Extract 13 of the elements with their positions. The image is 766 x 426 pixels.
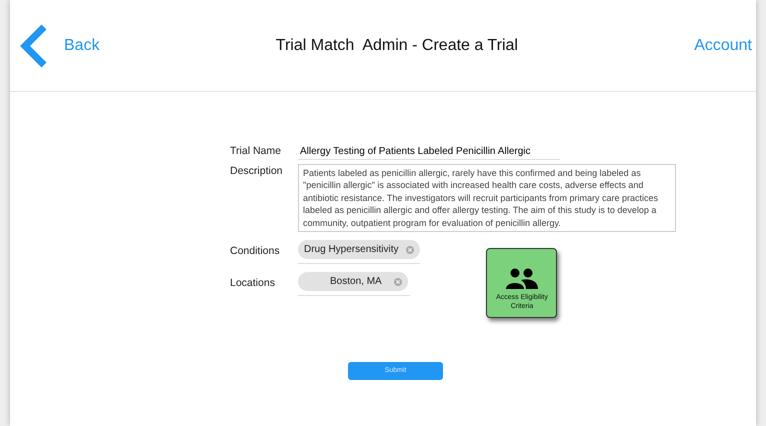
trial-name-field[interactable]: Allergy Testing of Patients Labeled Penicillin Allergic [298,144,560,160]
field-label: Conditions [230,244,281,260]
field-label: Locations [230,276,276,292]
tag-chip[interactable]: Boston, MA [298,272,408,292]
tag-chip[interactable]: Drug Hypersensitivity [298,240,420,260]
description-field[interactable]: Patients labeled as penicillin allergic, rarely have this confirmed and being labeled as "penicillin allergic" is associated with increased health care costs, adverse effects and antibiotic resistance. The investigators will recruit participants from primary care practices labeled as penicillin allergic and offer allergy testing. The aim of this study is to develop a community, outpatient program for evaluation of penicillin allergy. [298,164,676,232]
people-icon [504,268,539,290]
remove-icon[interactable] [394,278,402,286]
back-chevron-icon [20,24,48,68]
remove-icon[interactable] [406,246,414,254]
field-label: Trial Name [230,144,282,160]
page-title: Trial Match Admin - Create a Trial [274,36,519,56]
field-label: Description [230,164,284,179]
